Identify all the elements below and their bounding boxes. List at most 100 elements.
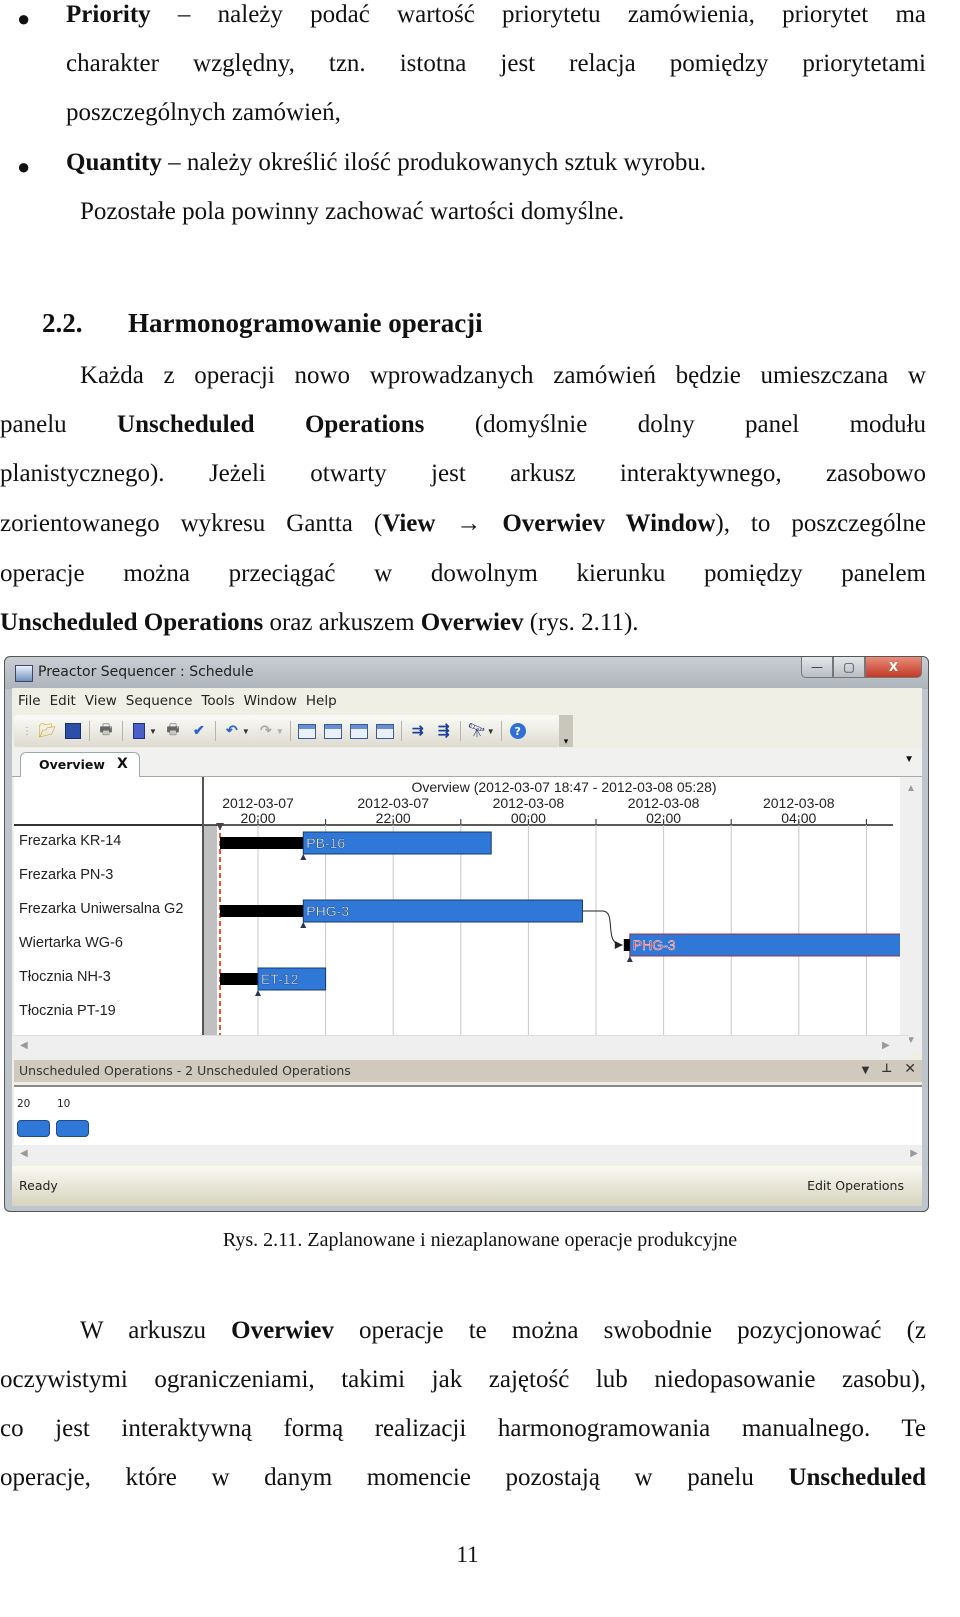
text: dolny bbox=[637, 411, 695, 438]
resource-row[interactable]: Wiertarka WG-6 bbox=[19, 935, 123, 951]
app-window: Preactor Sequencer : Schedule — ▢ X File… bbox=[4, 656, 929, 1212]
unscheduled-panel-title: Unscheduled Operations - 2 Unscheduled O… bbox=[19, 1063, 351, 1078]
vertical-scrollbar[interactable]: ▲ ▼ bbox=[900, 777, 922, 1052]
bullet-quantity-line1: Quantity – należy określić ilość produko… bbox=[66, 148, 960, 178]
print-preview-icon[interactable]: 🖶︎ bbox=[164, 722, 182, 740]
text: Operations bbox=[304, 411, 425, 438]
status-bar: Ready Edit Operations bbox=[12, 1166, 922, 1206]
find-binoculars-icon[interactable]: 🔭︎ bbox=[468, 722, 486, 740]
menu-view[interactable]: View bbox=[85, 693, 117, 709]
tab-close-icon[interactable]: X bbox=[117, 756, 128, 772]
tick-label-time: 00:00 bbox=[511, 810, 546, 826]
chevron-down-icon[interactable]: ▼ bbox=[487, 727, 495, 736]
chevron-down-icon[interactable]: ▼ bbox=[242, 727, 250, 736]
bullet-marker: ● bbox=[17, 6, 31, 31]
unscheduled-operation[interactable] bbox=[17, 1120, 50, 1137]
menu-file[interactable]: File bbox=[18, 693, 41, 709]
close-button[interactable]: X bbox=[865, 657, 922, 678]
scroll-up-icon[interactable]: ▲ bbox=[906, 783, 916, 794]
separator bbox=[89, 721, 90, 741]
menu-edit[interactable]: Edit bbox=[50, 693, 76, 709]
tab-overview[interactable]: Overview X bbox=[20, 752, 140, 777]
chevron-down-icon[interactable]: ▼ bbox=[276, 727, 284, 736]
scroll-left-icon[interactable]: ◀ bbox=[20, 1148, 28, 1159]
unscheduled-op-label: 20 bbox=[17, 1098, 31, 1110]
minimize-icon: — bbox=[811, 660, 823, 674]
pin-icon[interactable]: ⊥ bbox=[881, 1061, 892, 1077]
text: Unscheduled Operations bbox=[0, 609, 264, 636]
text: Overwiev bbox=[231, 1317, 334, 1344]
resource-row[interactable]: Frezarka PN-3 bbox=[19, 867, 113, 883]
sequence-forward-icon[interactable]: ⇉ bbox=[409, 722, 427, 740]
status-mode: Edit Operations bbox=[807, 1178, 904, 1193]
panel-dropdown-icon[interactable]: ▼ bbox=[862, 1061, 870, 1077]
horizontal-scrollbar[interactable]: ◀ ▶ bbox=[14, 1035, 909, 1058]
unscheduled-horizontal-scrollbar[interactable]: ◀ ▶ bbox=[14, 1145, 922, 1163]
tick-label-time: 20:00 bbox=[240, 810, 275, 826]
unscheduled-operation[interactable] bbox=[56, 1120, 89, 1137]
setup-bar bbox=[220, 837, 304, 849]
scroll-right-icon[interactable]: ▶ bbox=[910, 1148, 918, 1159]
text: operacje te można swobodnie pozycjonować… bbox=[333, 1317, 926, 1344]
separator bbox=[214, 721, 216, 741]
title-bar[interactable]: Preactor Sequencer : Schedule — ▢ X bbox=[5, 657, 928, 689]
link-handle bbox=[623, 939, 630, 951]
undo-icon[interactable]: ↶ bbox=[223, 722, 241, 740]
toolbar-grip[interactable]: ⋮ bbox=[22, 726, 32, 737]
menu-bar: File Edit View Sequence Tools Window Hel… bbox=[12, 688, 922, 714]
help-icon[interactable]: ? bbox=[509, 722, 527, 740]
toolbar-overflow-icon[interactable]: ▾ bbox=[559, 715, 573, 747]
text: (domyślnie bbox=[474, 411, 588, 438]
plan-view-icon[interactable] bbox=[375, 722, 394, 740]
para1-line3: planistycznego). Jeżeli otwarty jest ark… bbox=[0, 460, 926, 487]
text: operacje, które w danym momencie pozosta… bbox=[0, 1464, 789, 1491]
document-icon[interactable] bbox=[130, 722, 148, 740]
chevron-down-icon[interactable]: ▼ bbox=[149, 727, 157, 736]
bullet-priority-line2: charakter względny, tzn. istotna jest re… bbox=[66, 50, 926, 77]
unscheduled-op-label: 10 bbox=[57, 1098, 71, 1110]
start-marker bbox=[300, 922, 307, 928]
menu-sequence[interactable]: Sequence bbox=[126, 693, 193, 709]
scroll-left-icon[interactable]: ◀ bbox=[20, 1040, 28, 1051]
start-marker bbox=[626, 956, 633, 962]
gantt-chart: Frezarka KR-14 Frezarka PN-3 Frezarka Un… bbox=[14, 777, 922, 1058]
save-icon[interactable] bbox=[64, 722, 82, 740]
resource-column: Frezarka KR-14 Frezarka PN-3 Frezarka Un… bbox=[14, 777, 204, 1045]
separator bbox=[500, 721, 502, 741]
tab-strip: Overview X ▼ bbox=[12, 748, 922, 777]
tick-label-date: 2012-03-07 bbox=[222, 795, 294, 811]
text: Overwiev bbox=[420, 609, 524, 636]
print-icon[interactable]: 🖶︎ bbox=[97, 722, 115, 740]
toolbar: ⋮ 📂︎ 🖶︎ ▼ 🖶︎ ✔ ↶ ▼ ↷ ▼ ⇉ ⇶ 🔭︎ ▼ ? ▾ bbox=[14, 715, 573, 747]
gantt-plot[interactable]: Overview (2012-03-07 18:47 - 2012-03-08 … bbox=[204, 777, 903, 1045]
separator bbox=[289, 721, 291, 741]
tick-label-date: 2012-03-07 bbox=[357, 795, 429, 811]
dependency-link bbox=[582, 910, 623, 946]
panel-close-icon[interactable]: ✕ bbox=[904, 1061, 916, 1077]
tick-label-date: 2012-03-08 bbox=[493, 795, 565, 811]
menu-path: View → Overwiev Window bbox=[382, 510, 716, 537]
resource-row[interactable]: Tłocznia PT-19 bbox=[19, 1003, 116, 1019]
minimize-button[interactable]: — bbox=[801, 657, 833, 678]
resource-row[interactable]: Frezarka KR-14 bbox=[19, 833, 121, 849]
operation-label: PB-16 bbox=[306, 835, 345, 851]
resource-row[interactable]: Tłocznia NH-3 bbox=[19, 969, 111, 985]
redo-icon[interactable]: ↷ bbox=[257, 722, 275, 740]
check-icon[interactable]: ✔ bbox=[190, 722, 208, 740]
open-folder-icon[interactable]: 📂︎ bbox=[38, 722, 56, 740]
menu-window[interactable]: Window bbox=[244, 693, 297, 709]
close-icon: X bbox=[888, 660, 899, 674]
gantt-view-icon[interactable] bbox=[297, 722, 316, 740]
scroll-right-icon[interactable]: ▶ bbox=[882, 1040, 890, 1051]
unscheduled-operations-panel: 20 10 bbox=[14, 1085, 922, 1145]
menu-tools[interactable]: Tools bbox=[201, 693, 234, 709]
table-view-icon[interactable] bbox=[323, 722, 342, 740]
tab-list-dropdown-icon[interactable]: ▼ bbox=[904, 754, 914, 765]
menu-help[interactable]: Help bbox=[306, 693, 337, 709]
sequence-backward-icon[interactable]: ⇶ bbox=[435, 722, 453, 740]
maximize-button[interactable]: ▢ bbox=[833, 657, 865, 678]
tick-label-date: 2012-03-08 bbox=[628, 795, 700, 811]
operation-label: PHG-3 bbox=[633, 937, 676, 953]
chart-view-icon[interactable] bbox=[349, 722, 368, 740]
resource-row[interactable]: Frezarka Uniwersalna G2 bbox=[19, 901, 183, 917]
